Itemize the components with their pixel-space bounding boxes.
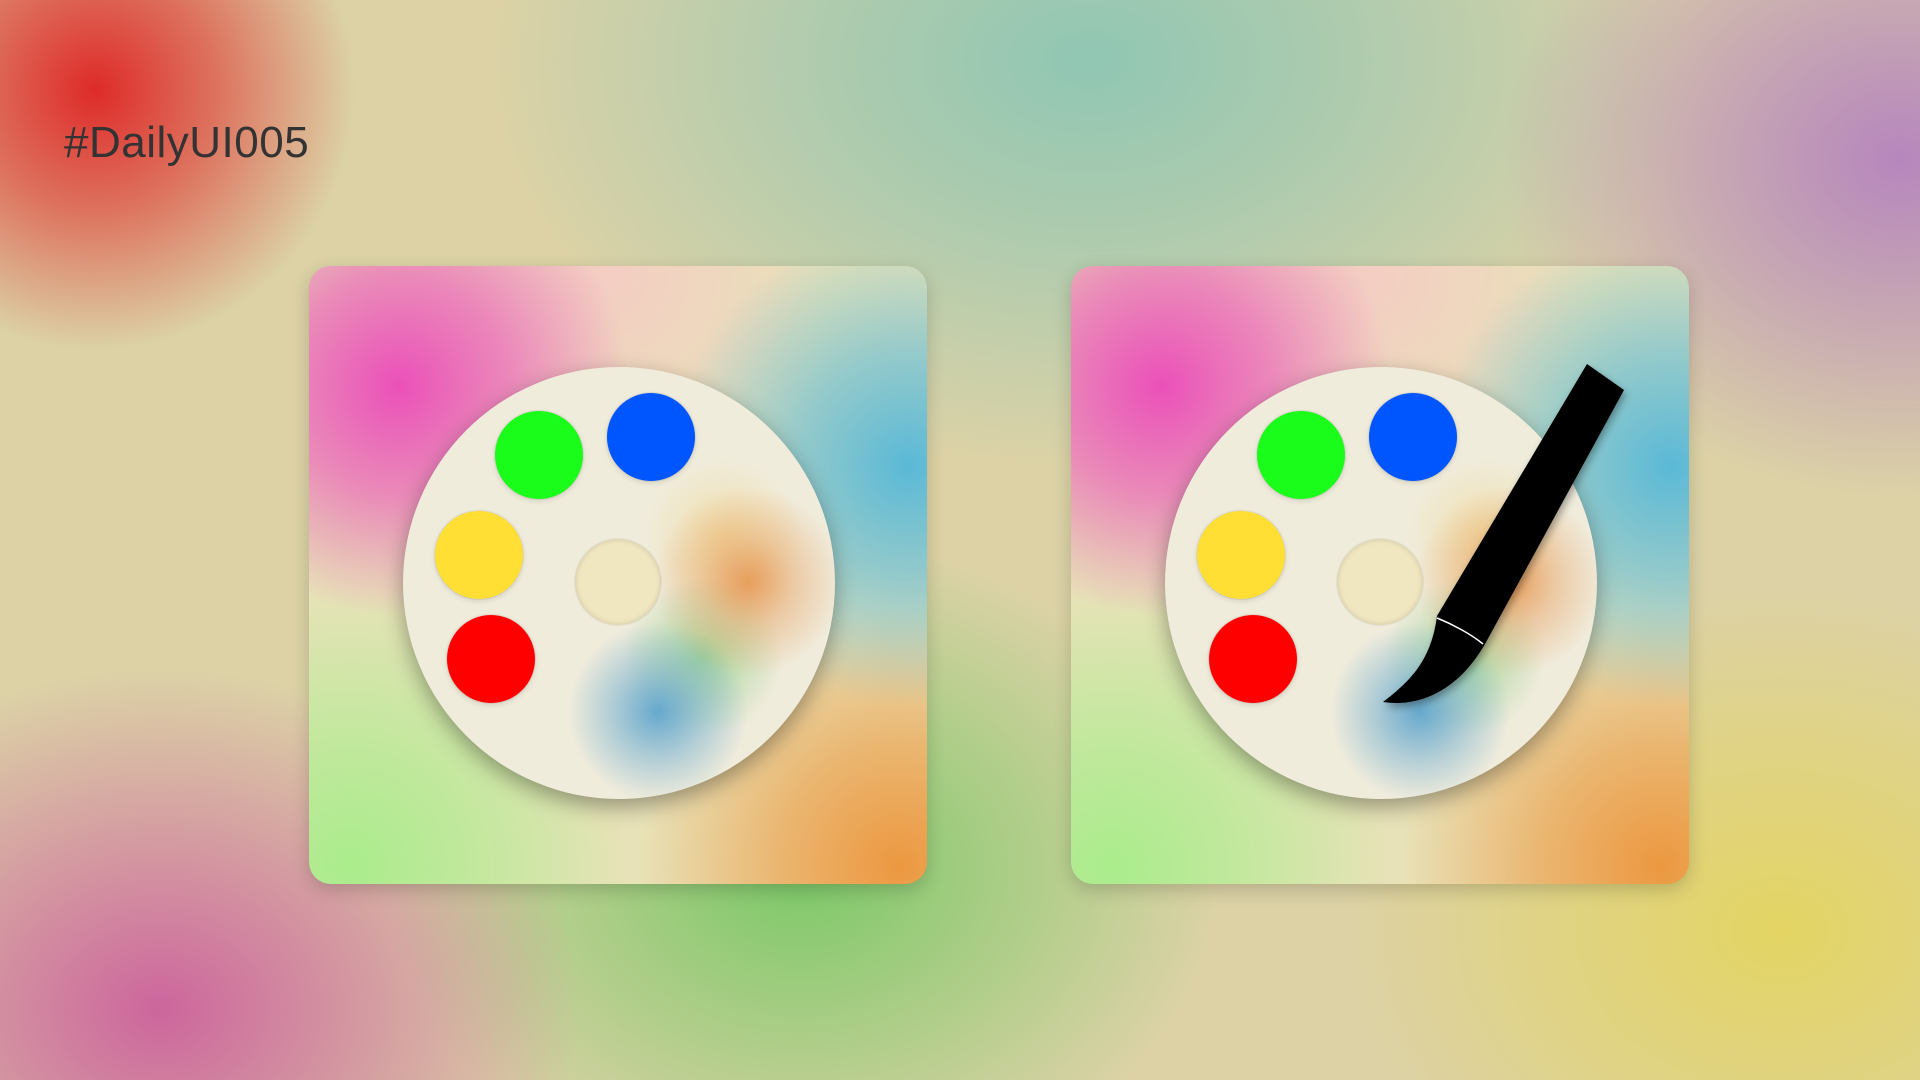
palette-icon (403, 367, 835, 799)
palette-icon (1165, 367, 1597, 799)
center-well (1337, 539, 1423, 625)
page-title: #DailyUI005 (64, 118, 310, 167)
red-paint-well (1209, 615, 1297, 703)
blue-paint-well (1369, 393, 1457, 481)
green-paint-well (1257, 411, 1345, 499)
center-well (575, 539, 661, 625)
yellow-paint-well (435, 511, 523, 599)
yellow-paint-well (1197, 511, 1285, 599)
red-paint-well (447, 615, 535, 703)
palette-app-icon[interactable] (309, 266, 927, 884)
blue-paint-well (607, 393, 695, 481)
palette-with-brush-app-icon[interactable] (1071, 266, 1689, 884)
green-paint-well (495, 411, 583, 499)
